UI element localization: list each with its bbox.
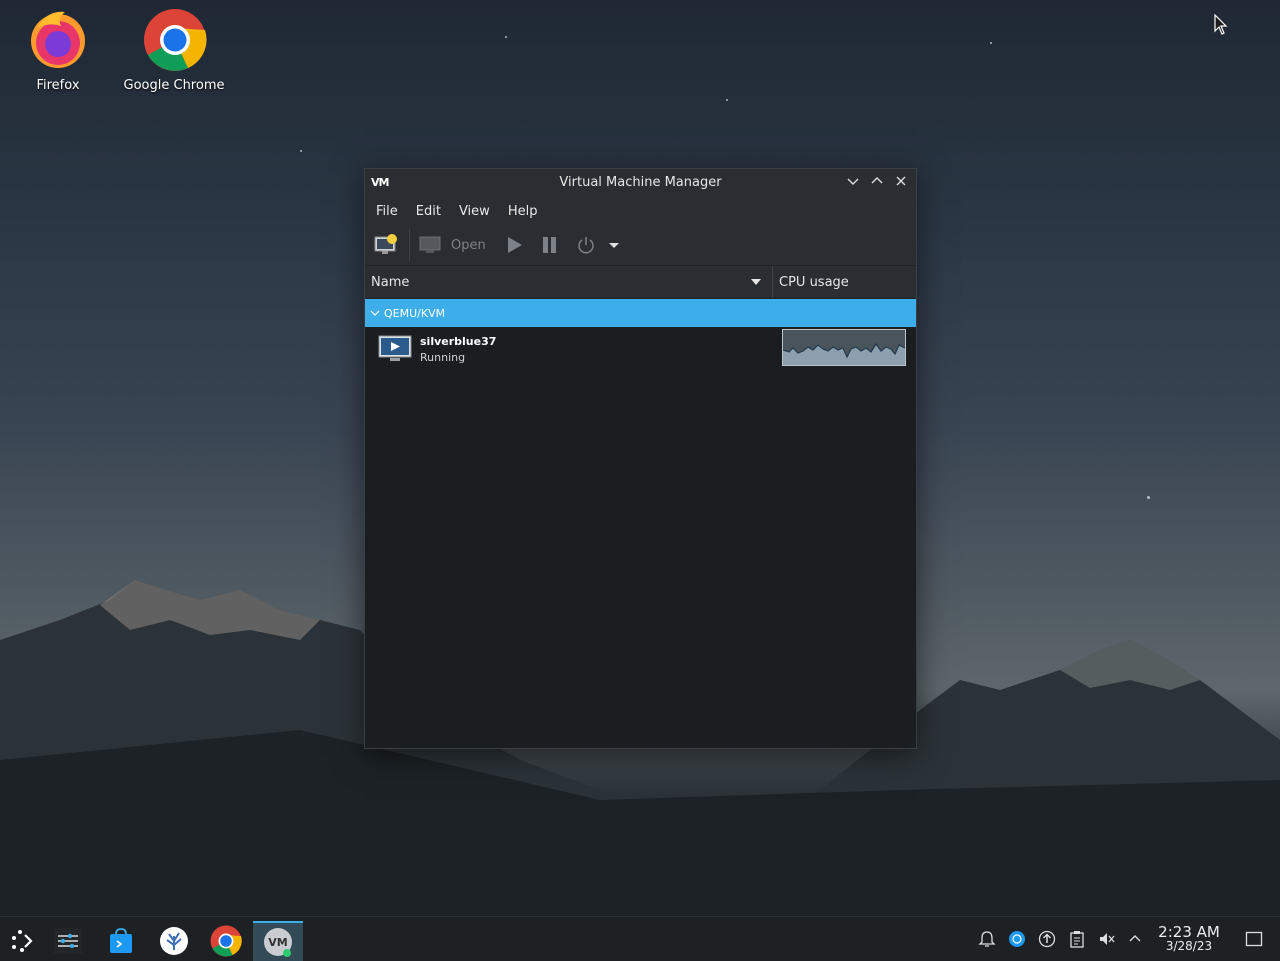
star	[726, 99, 728, 101]
desktop-icon-firefox[interactable]: Firefox	[3, 8, 113, 93]
window-title: Virtual Machine Manager	[559, 175, 722, 190]
run-button[interactable]	[504, 229, 524, 261]
pause-icon	[542, 237, 556, 253]
chevron-up-icon	[1129, 935, 1141, 942]
star	[300, 150, 302, 152]
running-vm-icon	[378, 335, 412, 361]
chevron-up-icon	[871, 177, 883, 184]
toolbar-separator	[409, 229, 410, 261]
svg-text:VM: VM	[268, 936, 287, 949]
minimize-button[interactable]	[844, 174, 862, 192]
name-column-header[interactable]: Name	[365, 266, 773, 298]
close-icon	[896, 176, 906, 186]
column-header: Name CPU usage	[365, 266, 916, 299]
network-manager-icon[interactable]	[1007, 929, 1027, 949]
show-desktop-icon	[1245, 931, 1263, 947]
taskbar-system-settings[interactable]	[46, 921, 90, 961]
vm-row-silverblue37[interactable]: silverblue37 Running	[365, 327, 916, 371]
taskbar-virtual-machine-manager[interactable]: VM	[253, 921, 303, 961]
digital-clock[interactable]: 2:23 AM 3/28/23	[1154, 923, 1224, 953]
volume-muted-icon[interactable]	[1097, 929, 1117, 949]
name-column-label: Name	[371, 274, 410, 290]
titlebar[interactable]: VM Virtual Machine Manager	[365, 169, 916, 197]
discover-store-icon	[110, 928, 132, 953]
chrome-icon	[210, 925, 242, 957]
shutdown-menu-button[interactable]	[608, 229, 620, 261]
close-button[interactable]	[892, 174, 910, 192]
connection-row-qemu-kvm[interactable]: QEMU/KVM	[365, 299, 916, 327]
desktop-icon-label: Google Chrome	[123, 78, 225, 93]
vmm-window: VM Virtual Machine Manager File Edit Vie…	[364, 168, 917, 749]
desktop-icon-chrome[interactable]: Google Chrome	[119, 8, 229, 93]
menu-file[interactable]: File	[369, 204, 405, 219]
notifications-icon[interactable]	[977, 929, 997, 949]
menubar: File Edit View Help	[365, 197, 916, 225]
firefox-icon	[27, 8, 89, 70]
menu-view[interactable]: View	[452, 204, 497, 219]
maximize-button[interactable]	[868, 174, 886, 192]
chrome-icon	[143, 8, 207, 71]
open-button[interactable]: Open	[418, 229, 486, 261]
taskbar: VM 2:23 AM 3/28/23	[0, 916, 1280, 961]
clipboard-icon[interactable]	[1067, 929, 1087, 949]
open-label: Open	[451, 237, 486, 253]
star	[1147, 496, 1150, 499]
coral-app-icon	[160, 927, 188, 955]
sort-arrow-icon	[751, 279, 761, 285]
star	[990, 42, 992, 44]
play-icon	[507, 237, 522, 253]
application-launcher-button[interactable]	[0, 921, 44, 961]
settings-sliders-icon	[54, 928, 82, 954]
new-vm-icon	[374, 234, 397, 254]
app-launcher-icon	[12, 930, 33, 952]
mouse-cursor-icon	[1214, 14, 1228, 35]
vm-name: silverblue37	[420, 334, 497, 348]
show-desktop-button[interactable]	[1244, 929, 1264, 949]
menu-help[interactable]: Help	[501, 204, 545, 219]
updates-icon[interactable]	[1037, 929, 1057, 949]
vm-status: Running	[420, 350, 466, 364]
chevron-down-icon	[370, 310, 380, 316]
taskbar-discover[interactable]	[99, 921, 143, 961]
shutdown-button[interactable]	[576, 229, 596, 261]
desktop-icon-label: Firefox	[36, 78, 80, 93]
show-hidden-icons-button[interactable]	[1125, 929, 1145, 949]
cpu-column-label: CPU usage	[779, 274, 849, 290]
pause-button[interactable]	[540, 229, 560, 261]
vm-info: silverblue37 Running	[420, 335, 496, 364]
cpu-column-header[interactable]: CPU usage	[773, 266, 855, 298]
menu-edit[interactable]: Edit	[409, 204, 448, 219]
toolbar: Open	[365, 225, 916, 266]
monitor-icon	[419, 236, 441, 253]
connection-label: QEMU/KVM	[384, 306, 446, 320]
star	[505, 36, 507, 38]
taskbar-flatseal[interactable]	[152, 921, 196, 961]
clock-date: 3/28/23	[1165, 939, 1213, 953]
new-vm-button[interactable]	[373, 229, 399, 261]
cpu-usage-graph	[782, 329, 906, 366]
dropdown-arrow-icon	[608, 243, 619, 248]
vmm-app-icon: VM	[264, 928, 292, 957]
power-icon	[578, 237, 594, 254]
chevron-down-icon	[847, 178, 859, 185]
taskbar-google-chrome[interactable]	[204, 921, 248, 961]
